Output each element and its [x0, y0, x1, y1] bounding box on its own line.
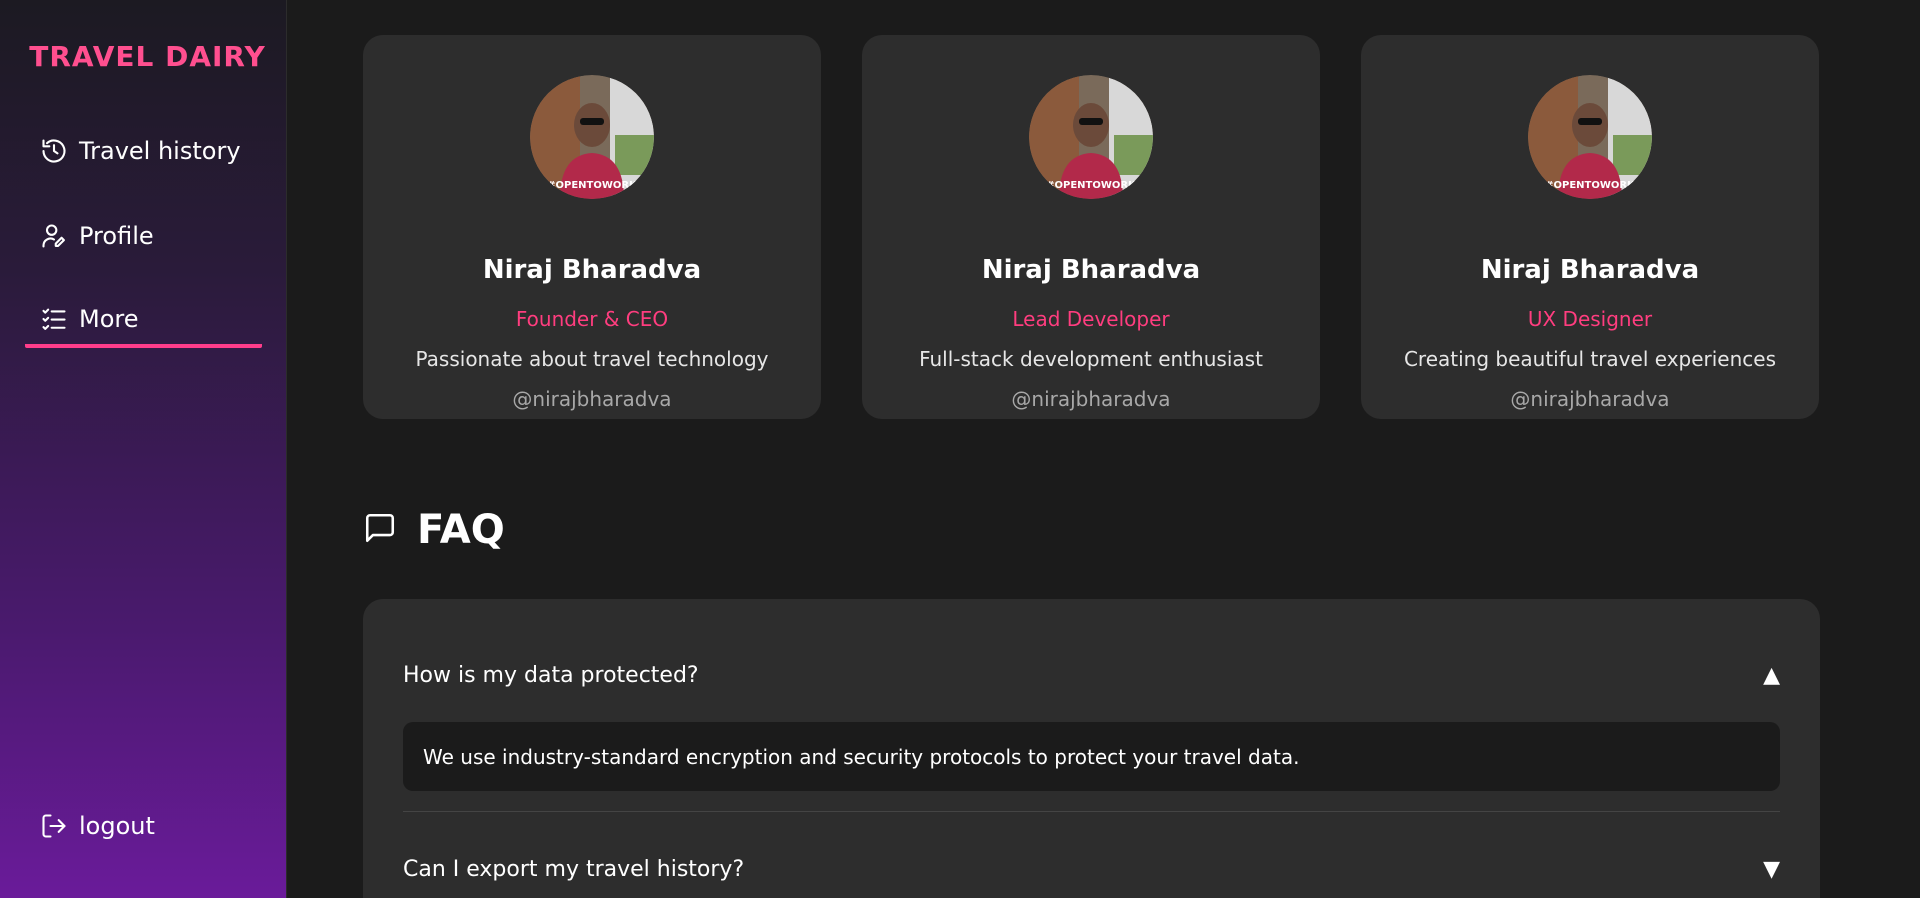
sidebar-item-label: Travel history [79, 137, 241, 165]
sidebar-item-profile[interactable]: Profile [25, 209, 262, 263]
member-role: UX Designer [1527, 307, 1653, 331]
member-name: Niraj Bharadva [1480, 255, 1700, 285]
faq-question-export-history[interactable]: Can I export my travel history? ▼ [403, 849, 1780, 889]
history-icon [39, 136, 69, 166]
chat-bubble-icon [363, 511, 397, 549]
member-bio: Full-stack development enthusiast [919, 347, 1263, 371]
chevron-down-icon[interactable]: ▼ [1763, 857, 1780, 882]
avatar: #OPENTOWORK [1528, 75, 1652, 199]
faq-divider [403, 811, 1780, 812]
sidebar-item-more[interactable]: More [25, 294, 262, 348]
faq-question-text: How is my data protected? [403, 662, 699, 688]
member-bio: Creating beautiful travel experiences [1403, 347, 1777, 371]
logout-label: logout [79, 812, 155, 840]
faq-question-text: Can I export my travel history? [403, 856, 745, 882]
member-role: Lead Developer [1012, 307, 1170, 331]
avatar: #OPENTOWORK [1029, 75, 1153, 199]
logout-button[interactable]: logout [25, 799, 262, 853]
faq-question-data-protected[interactable]: How is my data protected? ▲ [403, 655, 1780, 695]
user-edit-icon [39, 221, 69, 251]
chevron-up-icon[interactable]: ▲ [1763, 663, 1780, 688]
brand-logo[interactable]: TRAVEL DAIRY [25, 40, 270, 73]
sidebar-item-label: Profile [79, 222, 154, 250]
member-bio: Passionate about travel technology [415, 347, 769, 371]
faq-heading: FAQ [363, 505, 505, 555]
faq-title: FAQ [417, 507, 505, 553]
sidebar-item-label: More [79, 305, 139, 333]
team-card: #OPENTOWORK Niraj Bharadva Lead Develope… [862, 35, 1320, 419]
member-name: Niraj Bharadva [981, 255, 1201, 285]
open-to-work-badge: #OPENTOWORK [1046, 180, 1137, 191]
member-name: Niraj Bharadva [482, 255, 702, 285]
member-handle[interactable]: @nirajbharadva [1361, 387, 1819, 411]
member-role: Founder & CEO [515, 307, 669, 331]
team-card: #OPENTOWORK Niraj Bharadva UX Designer C… [1361, 35, 1819, 419]
member-handle[interactable]: @nirajbharadva [862, 387, 1320, 411]
team-card: #OPENTOWORK Niraj Bharadva Founder & CEO… [363, 35, 821, 419]
logout-icon [39, 811, 69, 841]
avatar: #OPENTOWORK [530, 75, 654, 199]
faq-answer: We use industry-standard encryption and … [403, 722, 1780, 791]
open-to-work-badge: #OPENTOWORK [547, 180, 638, 191]
member-handle[interactable]: @nirajbharadva [363, 387, 821, 411]
list-icon [39, 304, 69, 334]
sidebar: TRAVEL DAIRY Travel history Profile More [0, 0, 287, 898]
open-to-work-badge: #OPENTOWORK [1545, 180, 1636, 191]
faq-panel: How is my data protected? ▲ We use indus… [363, 599, 1820, 898]
sidebar-item-travel-history[interactable]: Travel history [25, 124, 262, 178]
